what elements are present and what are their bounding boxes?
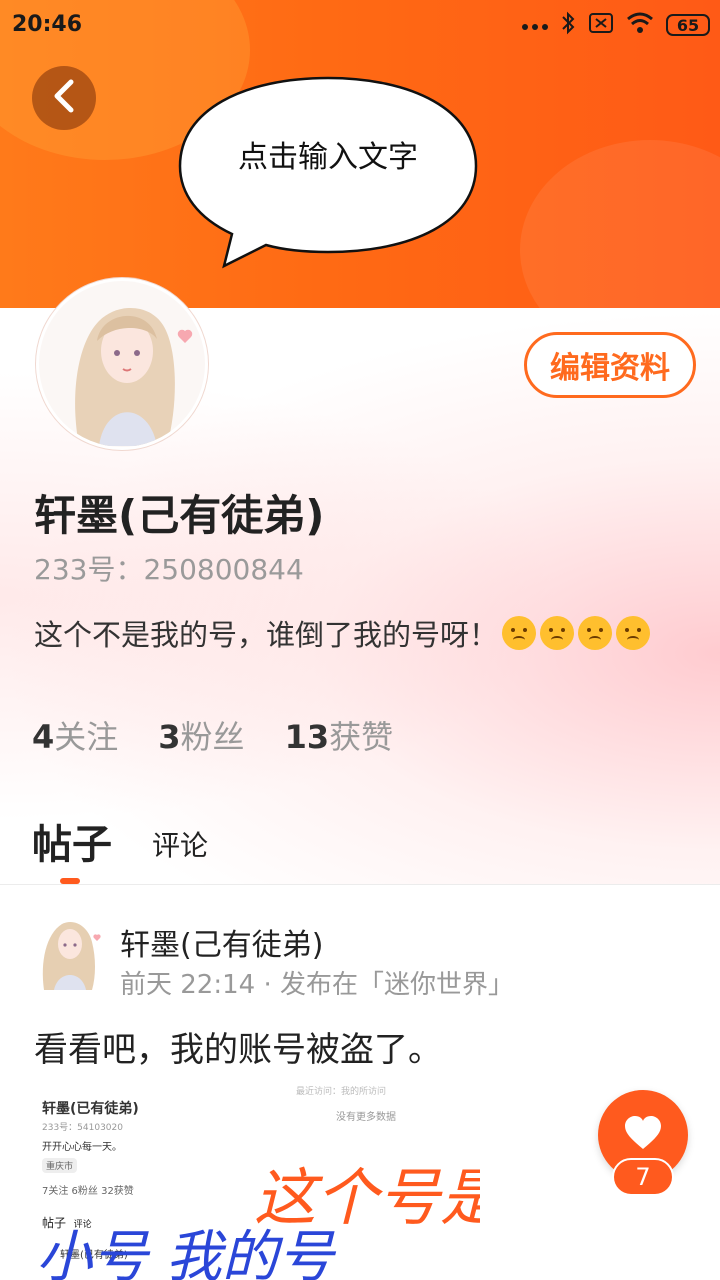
frown-emoji-icon bbox=[616, 616, 651, 650]
speech-bubble[interactable]: 点击输入文字 bbox=[176, 74, 480, 270]
edit-profile-button[interactable]: 编辑资料 bbox=[524, 332, 696, 398]
divider bbox=[0, 884, 720, 885]
handwriting-line1: 这个号是 bbox=[254, 1161, 480, 1234]
profile-stats: 4关注 3粉丝 13获赞 bbox=[32, 712, 393, 758]
sim-off-icon bbox=[588, 12, 614, 38]
handwriting-line2: 小号 我的号 bbox=[36, 1225, 337, 1280]
status-bar: 20:46 65 bbox=[0, 0, 720, 52]
stat-likes[interactable]: 13获赞 bbox=[285, 712, 394, 758]
stat-following[interactable]: 4关注 bbox=[32, 712, 118, 758]
back-button[interactable] bbox=[32, 66, 96, 130]
post-author-avatar[interactable] bbox=[36, 912, 104, 990]
stat-value: 3 bbox=[158, 718, 181, 756]
profile-id: 233号：250800844 bbox=[34, 553, 304, 586]
handwriting-overlay: 这个号是 小号 我的号 bbox=[36, 1161, 480, 1280]
profile-bio-text: 这个不是我的号，谁倒了我的号呀！ bbox=[34, 618, 499, 652]
post-text[interactable]: 看看吧，我的账号被盗了。 bbox=[34, 1022, 442, 1071]
stat-label: 关注 bbox=[54, 718, 119, 756]
frown-emoji-icon bbox=[578, 616, 613, 650]
post-image[interactable]: 轩墨(已有徒弟) 233号：54103020 开开心心每一天。 重庆市 7关注 … bbox=[34, 1084, 480, 1280]
status-icons: 65 bbox=[522, 10, 710, 40]
profile-tabs: 帖子 评论 bbox=[32, 810, 208, 870]
avatar[interactable] bbox=[36, 278, 208, 450]
stat-followers[interactable]: 3粉丝 bbox=[158, 712, 244, 758]
stat-value: 4 bbox=[32, 718, 55, 756]
stat-label: 获赞 bbox=[329, 718, 394, 756]
frown-emoji-icon bbox=[540, 616, 575, 650]
more-dots-icon bbox=[522, 16, 548, 35]
frown-emoji-icon bbox=[502, 616, 537, 650]
speech-bubble-text: 点击输入文字 bbox=[238, 140, 418, 175]
tab-posts[interactable]: 帖子 bbox=[32, 812, 112, 870]
tab-comments[interactable]: 评论 bbox=[152, 824, 208, 870]
post-meta: 前天 22:14 · 发布在「迷你世界」 bbox=[120, 970, 514, 1000]
heart-icon bbox=[623, 1115, 663, 1155]
status-time: 20:46 bbox=[12, 12, 83, 37]
like-count: 7 bbox=[612, 1158, 674, 1196]
profile-name: 轩墨(己有徒弟) bbox=[34, 491, 325, 540]
post-author-name[interactable]: 轩墨(己有徒弟) bbox=[120, 920, 323, 964]
header-decoration bbox=[520, 140, 720, 308]
bluetooth-icon bbox=[560, 11, 576, 39]
battery-indicator: 65 bbox=[666, 14, 710, 36]
stat-value: 13 bbox=[284, 718, 330, 756]
stat-label: 粉丝 bbox=[180, 718, 245, 756]
profile-bio: 这个不是我的号，谁倒了我的号呀！ bbox=[34, 612, 651, 654]
wifi-icon bbox=[626, 12, 654, 38]
chevron-left-icon bbox=[52, 79, 76, 117]
